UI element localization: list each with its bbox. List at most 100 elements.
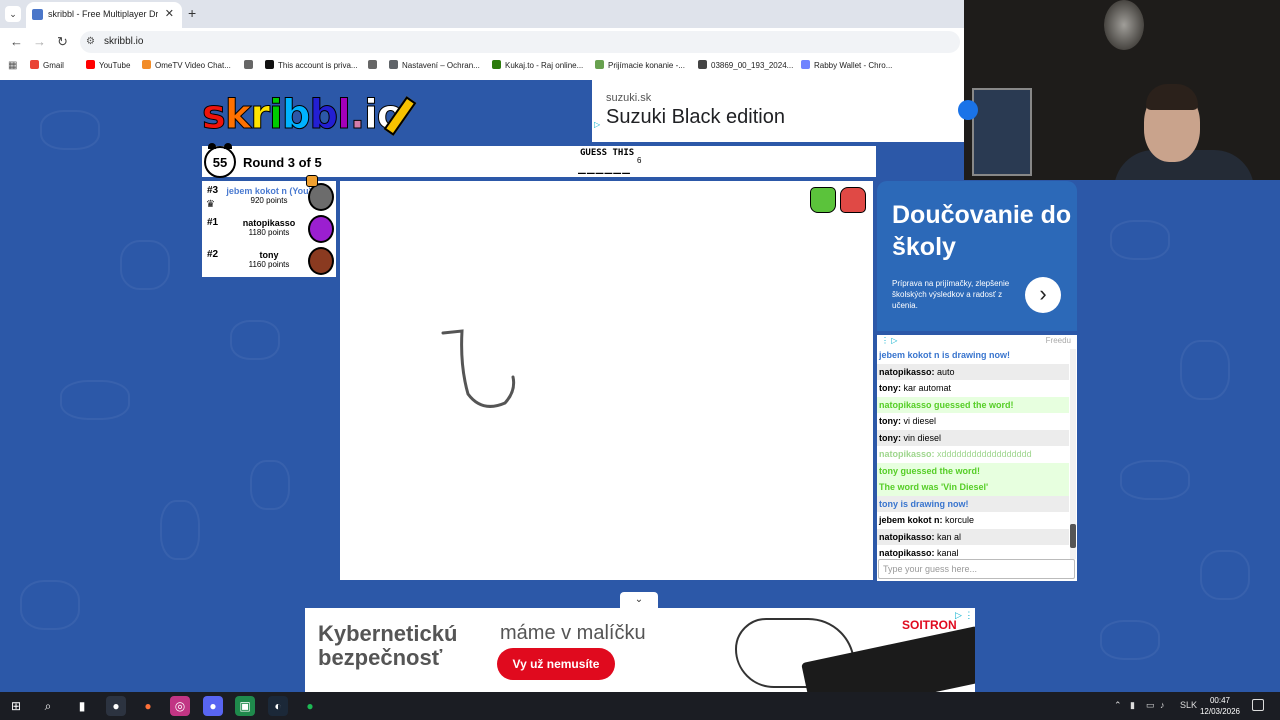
chat-username: tony: — [879, 432, 901, 443]
forward-icon[interactable]: → — [33, 34, 46, 49]
player-avatar — [308, 215, 334, 243]
search-icon[interactable]: ⌕ — [38, 696, 58, 716]
drawing-canvas[interactable] — [340, 181, 873, 580]
word-length: 6 — [637, 156, 642, 165]
thumbs-up-icon[interactable] — [810, 187, 836, 213]
bookmark-item[interactable]: Rabby Wallet - Chro... — [801, 60, 892, 70]
timer-clock-icon: 55 — [204, 143, 236, 178]
mic-icon[interactable]: ▮ — [1130, 700, 1135, 711]
chat-panel: ⋮ ▷ Freedu jebem kokot n is drawing now!… — [877, 335, 1077, 581]
chat-message: natopikasso: auto — [877, 363, 1069, 380]
bookmark-item[interactable]: Kukaj.to - Raj online... — [492, 60, 583, 70]
chat-text: xdddddddddddddddddd — [937, 449, 1032, 459]
clock-time: 00:47 — [1209, 696, 1231, 705]
side-ad-arrow-button[interactable]: › — [1025, 277, 1061, 313]
bookmark-label: Gmail — [43, 61, 64, 70]
player-row[interactable]: #1 natopikasso 1180 points — [202, 213, 336, 245]
bookmark-item[interactable] — [368, 60, 381, 70]
reload-icon[interactable]: ↻ — [57, 34, 68, 50]
active-tab[interactable]: skribbl - Free Multiplayer Draw ✕ — [26, 2, 182, 28]
skribbl-favicon-icon — [32, 9, 43, 20]
discord-icon[interactable]: ● — [203, 696, 223, 716]
bookmark-favicon-icon — [30, 60, 39, 69]
chat-username: natopikasso: — [879, 531, 935, 542]
drawing-stroke — [441, 329, 516, 408]
tab-bar: ⌄ skribbl - Free Multiplayer Draw ✕ + — [0, 0, 964, 28]
bookmark-favicon-icon — [368, 60, 377, 69]
player-avatar — [308, 247, 334, 275]
windows-start-icon[interactable]: ⊞ — [6, 696, 26, 716]
app-icon[interactable]: ▣ — [235, 696, 255, 716]
spotify-icon[interactable]: ● — [300, 696, 320, 716]
language-indicator[interactable]: SLK — [1180, 700, 1197, 710]
site-info-icon[interactable]: ⚙ — [86, 36, 95, 47]
tab-title: skribbl - Free Multiplayer Draw — [48, 9, 158, 19]
chat-text: kan al — [937, 531, 962, 542]
chrome-icon[interactable]: ● — [106, 696, 126, 716]
chat-username: tony: — [879, 416, 901, 426]
chat-text: auto — [937, 366, 955, 377]
tray-chevron-icon[interactable]: ⌃ — [1114, 700, 1122, 711]
guess-input[interactable] — [878, 559, 1075, 579]
apps-grid-icon[interactable]: ▦ — [8, 60, 20, 72]
side-ad-body: Príprava na prijímačky, zlepšenie školsk… — [892, 279, 1010, 310]
address-bar[interactable]: ⚙ skribbl.io — [80, 31, 960, 53]
chat-text: korcule — [945, 515, 975, 525]
url-text: skribbl.io — [104, 36, 144, 47]
player-row[interactable]: #3 jebem kokot n (You) 920 points ♛ — [202, 175, 336, 213]
bookmark-item[interactable]: OmeTV Video Chat... — [142, 60, 231, 70]
chat-scrollbar[interactable] — [1070, 349, 1076, 559]
ad-domain: suzuki.sk — [606, 92, 652, 104]
player-rank: #2 — [207, 249, 219, 260]
ad-headline[interactable]: Suzuki Black edition — [606, 106, 785, 129]
player-rank: #1 — [207, 217, 219, 228]
adchoices-icon[interactable]: ▷ ⋮ — [955, 610, 973, 621]
bookmark-item[interactable]: Gmail — [30, 60, 64, 70]
player-row[interactable]: #2 tony 1160 points — [202, 245, 336, 277]
bookmark-favicon-icon — [244, 60, 253, 69]
collapse-ad-chevron-icon[interactable]: ⌄ — [620, 592, 658, 608]
bottom-ad-button[interactable]: Vy už nemusíte — [497, 648, 615, 680]
top-ad-banner[interactable]: ▷ suzuki.sk Suzuki Black edition — [592, 80, 964, 142]
back-icon[interactable]: ← — [10, 34, 23, 49]
thumbs-down-icon[interactable] — [840, 187, 866, 213]
bookmark-label: YouTube — [99, 61, 131, 70]
chat-text: natopikasso guessed the word! — [879, 399, 1014, 410]
close-tab-icon[interactable]: ✕ — [165, 7, 174, 20]
chat-message: tony: vi diesel — [877, 413, 1069, 430]
adchoices-icon[interactable]: ▷ — [594, 120, 600, 129]
ad-info-icon[interactable] — [958, 100, 978, 120]
chat-text: kar automat — [903, 383, 952, 393]
side-ad-banner[interactable]: Doučovanie do školy Príprava na prijímač… — [877, 181, 1077, 331]
bookmark-favicon-icon — [142, 60, 151, 69]
bottom-ad-banner[interactable]: Kybernetickú bezpečnosť máme v malíčku V… — [305, 608, 975, 692]
bookmark-item[interactable]: This account is priva... — [265, 60, 358, 70]
bookmark-item[interactable]: Prijímacie konanie -... — [595, 60, 685, 70]
lamp-shape — [1104, 0, 1144, 50]
adchoices-icon[interactable]: ⋮ ▷ — [881, 336, 897, 345]
word-blanks: ______ — [578, 160, 631, 175]
player-rank: #3 — [207, 185, 219, 196]
bookmark-item[interactable]: YouTube — [86, 60, 130, 70]
bookmark-favicon-icon — [801, 60, 810, 69]
notification-icon[interactable] — [1252, 699, 1264, 711]
system-clock[interactable]: 00:47 12/03/2026 — [1198, 695, 1242, 717]
network-icon[interactable]: ▭ — [1146, 700, 1155, 711]
steam-icon[interactable]: ◐ — [268, 696, 288, 716]
new-tab-icon[interactable]: + — [188, 5, 196, 21]
chat-message: tony guessed the word! — [877, 462, 1069, 479]
file-icon[interactable]: ▮ — [72, 696, 92, 716]
bookmark-item[interactable]: Nastavení – Ochran... — [389, 60, 480, 70]
chat-scroll-thumb[interactable] — [1070, 524, 1076, 548]
chat-username: natopikasso: — [879, 366, 935, 377]
bookmark-item[interactable] — [244, 60, 257, 70]
bookmark-item[interactable]: 03869_00_193_2024... — [698, 60, 793, 70]
player-points: 920 points — [250, 196, 288, 205]
instagram-icon[interactable]: ◎ — [170, 696, 190, 716]
volume-icon[interactable]: ♪ — [1160, 700, 1165, 710]
bookmark-label: 03869_00_193_2024... — [711, 61, 794, 70]
player-name: jebem kokot n (You) — [226, 186, 312, 196]
chat-message: The word was 'Vin Diesel' — [877, 479, 1069, 496]
tab-search-icon[interactable]: ⌄ — [5, 6, 21, 22]
firefox-icon[interactable]: ● — [138, 696, 158, 716]
